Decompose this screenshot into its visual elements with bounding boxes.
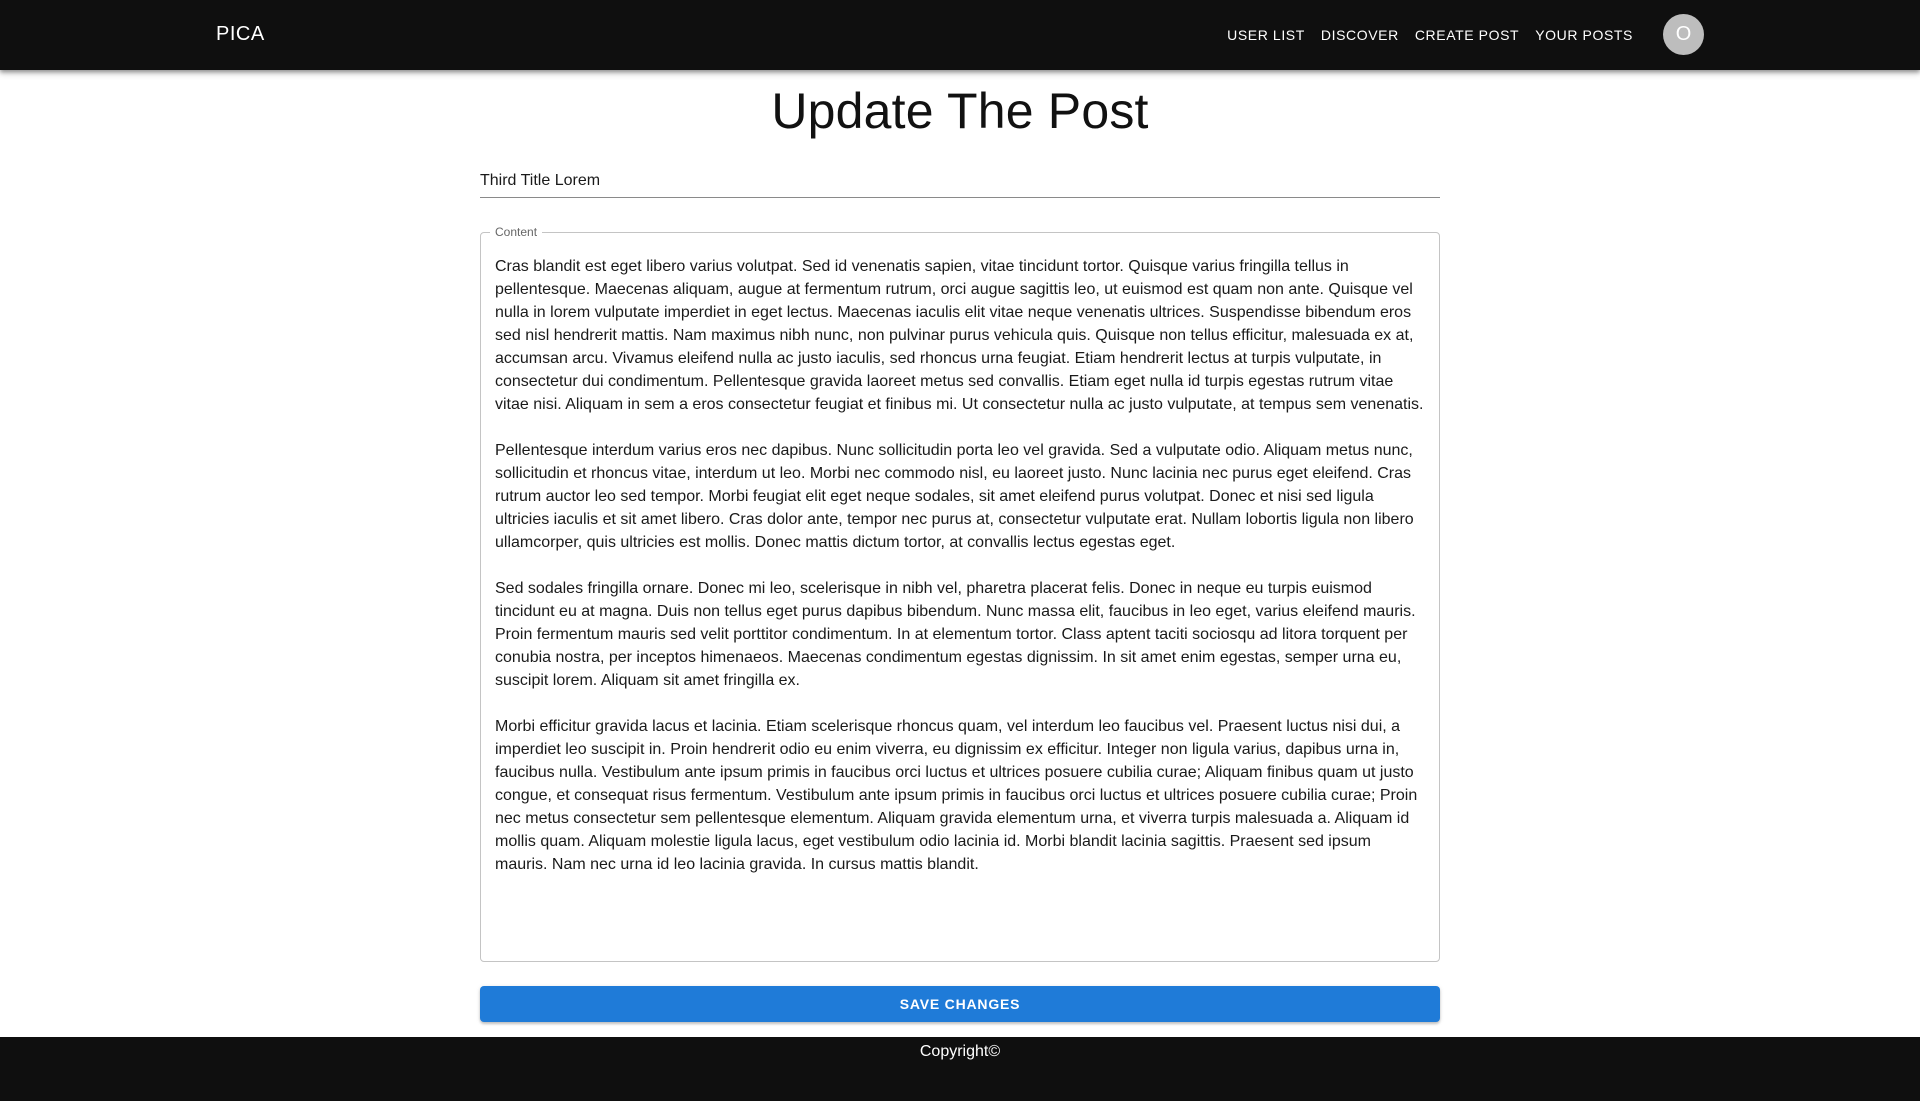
app-bar: PICA USER LIST DISCOVER CREATE POST YOUR… <box>0 0 1920 70</box>
footer: Copyright© <box>0 1037 1920 1101</box>
nav-item-your-posts[interactable]: YOUR POSTS <box>1535 27 1633 43</box>
user-avatar[interactable]: O <box>1663 14 1704 55</box>
post-content-field: Content Cras blandit est eget libero var… <box>480 225 1440 962</box>
nav-item-discover[interactable]: DISCOVER <box>1321 27 1399 43</box>
page-title: Update The Post <box>771 83 1149 139</box>
save-changes-button[interactable]: SAVE CHANGES <box>480 986 1440 1022</box>
content-field-label: Content <box>490 225 543 239</box>
nav-item-create-post[interactable]: CREATE POST <box>1415 27 1519 43</box>
post-title-input[interactable] <box>480 166 1440 196</box>
copyright-text: Copyright© <box>919 1043 1001 1060</box>
brand-logo-link[interactable]: PICA <box>216 0 265 70</box>
post-content-textarea[interactable]: Cras blandit est eget libero varius volu… <box>495 255 1427 951</box>
nav-item-user-list[interactable]: USER LIST <box>1227 27 1305 43</box>
post-title-field <box>480 166 1440 198</box>
main-nav: USER LIST DISCOVER CREATE POST YOUR POST… <box>1227 0 1633 70</box>
